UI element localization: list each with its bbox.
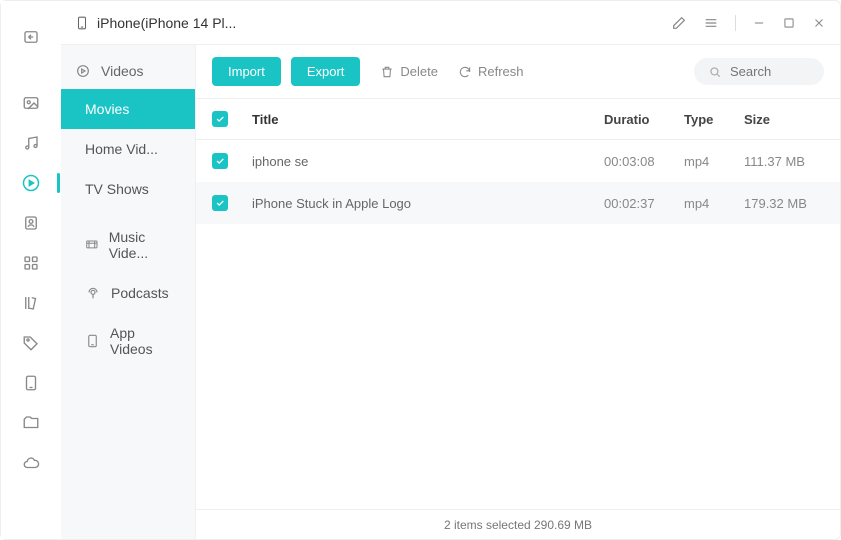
sidebar-item-music-videos[interactable]: Music Vide... bbox=[61, 217, 195, 273]
export-button[interactable]: Export bbox=[291, 57, 361, 86]
table-header: Title Duratio Type Size bbox=[196, 98, 840, 140]
apps-icon[interactable] bbox=[13, 245, 49, 281]
cell-title: iPhone Stuck in Apple Logo bbox=[252, 196, 604, 211]
sidebar: Videos Movies Home Vid... TV Shows Music… bbox=[61, 45, 196, 539]
app-video-icon bbox=[85, 333, 100, 349]
cell-size: 111.37 MB bbox=[744, 154, 824, 169]
cell-duration: 00:03:08 bbox=[604, 154, 684, 169]
separator bbox=[735, 15, 736, 31]
checkbox-checked-icon bbox=[212, 195, 228, 211]
sidebar-item-podcasts[interactable]: Podcasts bbox=[61, 273, 195, 313]
back-icon[interactable] bbox=[13, 19, 49, 55]
play-circle-icon bbox=[75, 63, 91, 79]
checkbox-checked-icon bbox=[212, 111, 228, 127]
cell-title: iphone se bbox=[252, 154, 604, 169]
photos-icon[interactable] bbox=[13, 85, 49, 121]
edit-icon[interactable] bbox=[671, 15, 687, 31]
col-duration[interactable]: Duratio bbox=[604, 112, 684, 127]
videos-icon[interactable] bbox=[13, 165, 49, 201]
cloud-icon[interactable] bbox=[13, 445, 49, 481]
books-icon[interactable] bbox=[13, 285, 49, 321]
device-label[interactable]: iPhone(iPhone 14 Pl... bbox=[75, 14, 236, 32]
import-button[interactable]: Import bbox=[212, 57, 281, 86]
music-icon[interactable] bbox=[13, 125, 49, 161]
files-icon[interactable] bbox=[13, 405, 49, 441]
row-checkbox[interactable] bbox=[212, 153, 252, 169]
delete-button[interactable]: Delete bbox=[380, 64, 438, 79]
trash-icon bbox=[380, 65, 394, 79]
sidebar-item-label: Podcasts bbox=[111, 285, 169, 301]
content: Videos Movies Home Vid... TV Shows Music… bbox=[61, 45, 840, 539]
sidebar-item-label: Home Vid... bbox=[85, 141, 158, 157]
refresh-icon bbox=[458, 65, 472, 79]
cell-size: 179.32 MB bbox=[744, 196, 824, 211]
search-icon bbox=[708, 65, 722, 79]
sidebar-item-app-videos[interactable]: App Videos bbox=[61, 313, 195, 369]
cell-type: mp4 bbox=[684, 154, 744, 169]
cell-duration: 00:02:37 bbox=[604, 196, 684, 211]
music-video-icon bbox=[85, 237, 99, 253]
contacts-icon[interactable] bbox=[13, 205, 49, 241]
podcast-icon bbox=[85, 285, 101, 301]
tags-icon[interactable] bbox=[13, 325, 49, 361]
col-size[interactable]: Size bbox=[744, 112, 824, 127]
sidebar-item-movies[interactable]: Movies bbox=[61, 89, 195, 129]
refresh-button[interactable]: Refresh bbox=[458, 64, 524, 79]
sidebar-item-home-videos[interactable]: Home Vid... bbox=[61, 129, 195, 169]
nav-rail bbox=[1, 1, 61, 539]
body: Import Export Delete Refresh bbox=[196, 45, 840, 539]
sidebar-item-tv-shows[interactable]: TV Shows bbox=[61, 169, 195, 209]
table: Title Duratio Type Size iphone se 00:03:… bbox=[196, 98, 840, 509]
minimize-icon[interactable] bbox=[752, 16, 766, 30]
device-name: iPhone(iPhone 14 Pl... bbox=[97, 15, 236, 31]
sidebar-head[interactable]: Videos bbox=[61, 53, 195, 89]
storage-icon[interactable] bbox=[13, 365, 49, 401]
col-title[interactable]: Title bbox=[252, 112, 604, 127]
main-area: iPhone(iPhone 14 Pl... Videos Movies bbox=[61, 1, 840, 539]
delete-label: Delete bbox=[400, 64, 438, 79]
col-type[interactable]: Type bbox=[684, 112, 744, 127]
phone-icon bbox=[75, 14, 89, 32]
status-text: 2 items selected 290.69 MB bbox=[444, 518, 592, 532]
menu-icon[interactable] bbox=[703, 15, 719, 31]
status-bar: 2 items selected 290.69 MB bbox=[196, 509, 840, 539]
search-input[interactable] bbox=[730, 64, 810, 79]
maximize-icon[interactable] bbox=[782, 16, 796, 30]
sidebar-item-label: Movies bbox=[85, 101, 129, 117]
sidebar-item-label: App Videos bbox=[110, 325, 177, 357]
select-all[interactable] bbox=[212, 111, 252, 127]
sidebar-item-label: Music Vide... bbox=[109, 229, 177, 261]
search-box[interactable] bbox=[694, 58, 824, 85]
table-row[interactable]: iPhone Stuck in Apple Logo 00:02:37 mp4 … bbox=[196, 182, 840, 224]
sidebar-head-label: Videos bbox=[101, 63, 144, 79]
cell-type: mp4 bbox=[684, 196, 744, 211]
checkbox-checked-icon bbox=[212, 153, 228, 169]
close-icon[interactable] bbox=[812, 16, 826, 30]
window-controls bbox=[671, 15, 826, 31]
row-checkbox[interactable] bbox=[212, 195, 252, 211]
toolbar: Import Export Delete Refresh bbox=[196, 45, 840, 98]
sidebar-item-label: TV Shows bbox=[85, 181, 149, 197]
table-row[interactable]: iphone se 00:03:08 mp4 111.37 MB bbox=[196, 140, 840, 182]
titlebar: iPhone(iPhone 14 Pl... bbox=[61, 1, 840, 45]
app-window: iPhone(iPhone 14 Pl... Videos Movies bbox=[0, 0, 841, 540]
refresh-label: Refresh bbox=[478, 64, 524, 79]
